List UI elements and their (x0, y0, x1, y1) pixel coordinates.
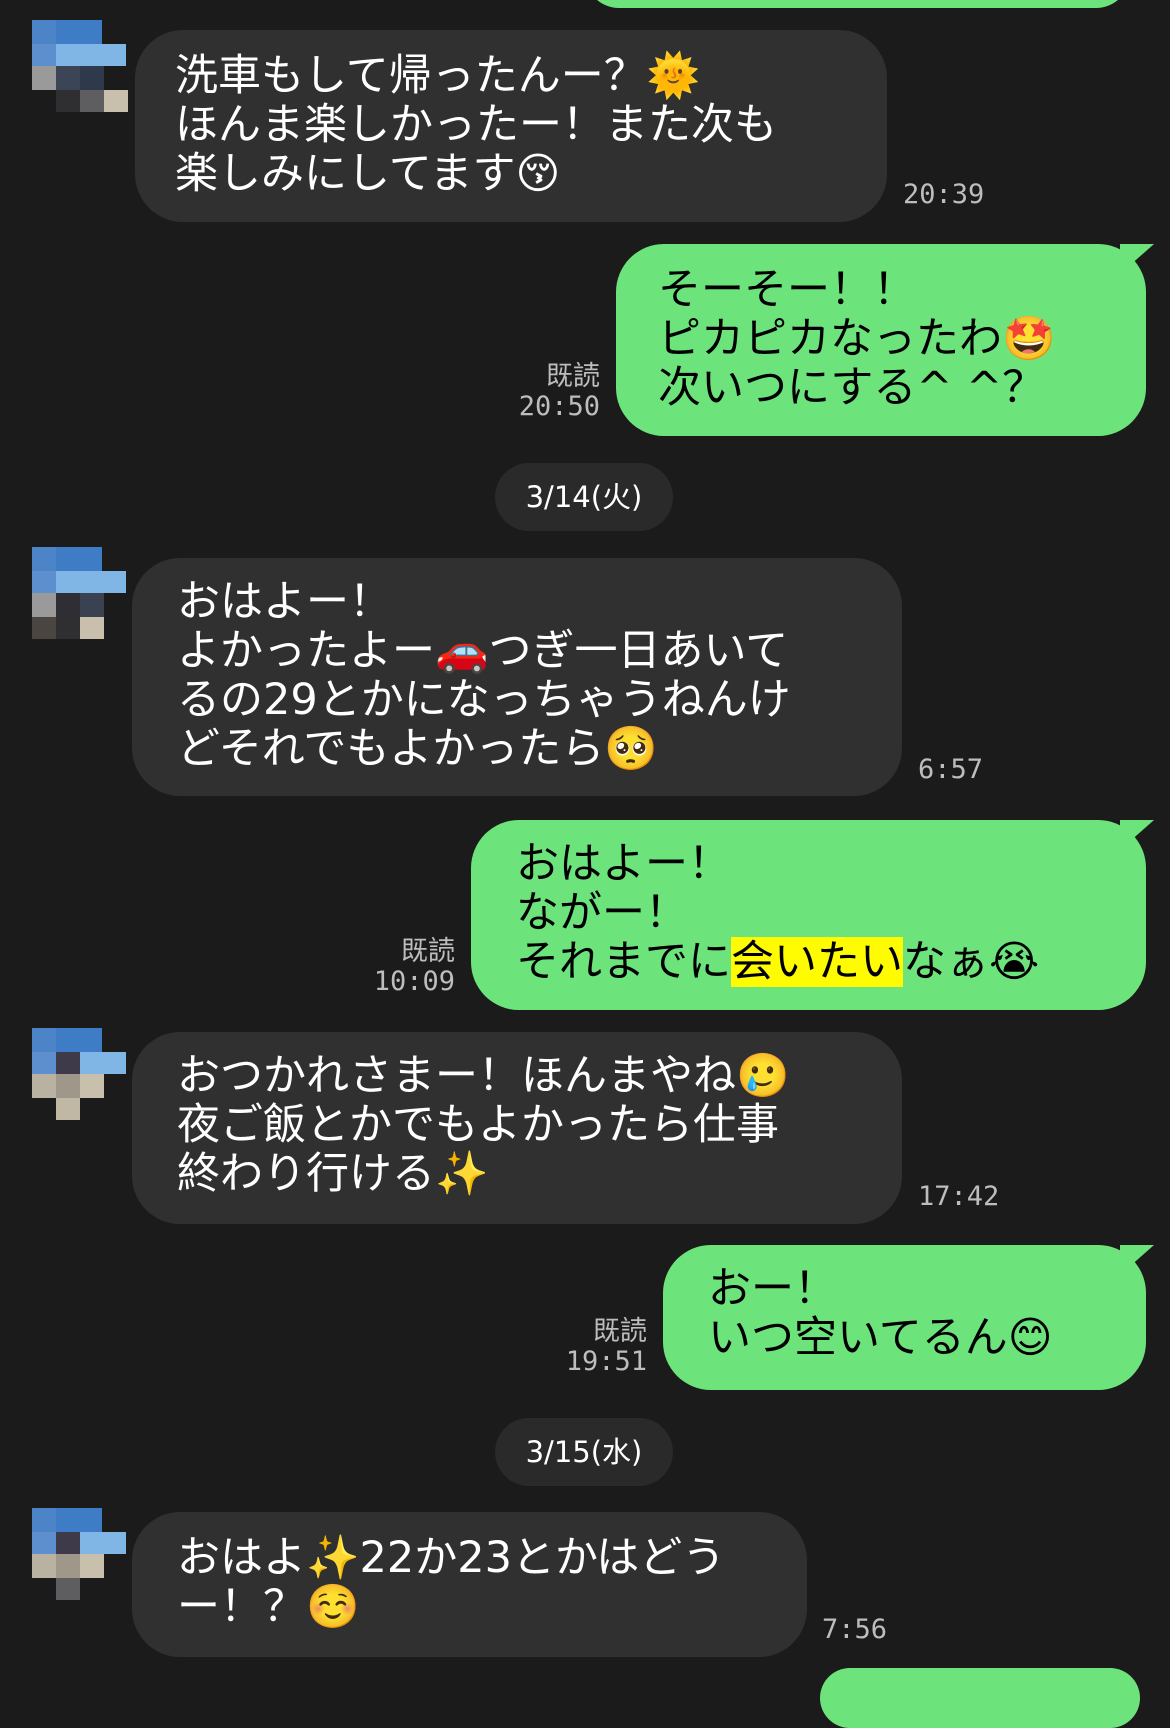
message-line: おはよー！ (516, 839, 731, 889)
avatar[interactable] (32, 1508, 128, 1604)
message-line: どそれでもよかったら🥺 (177, 724, 658, 774)
message-line: おはよー！ (177, 577, 392, 627)
message-line: 楽しみにしてます😚 (175, 149, 561, 199)
message-bubble-incoming[interactable]: 洗車もして帰ったんー？🌞 ほんま楽しかったー！また次も 楽しみにしてます😚 (135, 30, 887, 222)
next-outgoing-bubble[interactable] (820, 1668, 1140, 1728)
message-bubble-outgoing[interactable]: おはよー！ ながー！ それまでに会いたいなぁ😭 (471, 820, 1146, 1010)
read-receipt: 既読 10:09 (365, 937, 455, 997)
date-separator: 3/14(火) (495, 463, 673, 531)
message-line: るの29とかになっちゃうねんけ (177, 675, 791, 725)
message-line: 次いつにする^ ^？ (658, 363, 1046, 413)
message-bubble-incoming[interactable]: おはよ✨22か23とかはどう ー！？☺️ (132, 1512, 807, 1657)
message-line: ながー！ (516, 888, 688, 938)
message-timestamp: 17:42 (918, 1181, 1000, 1212)
highlighted-text: 会いたい (731, 937, 903, 987)
message-line: 洗車もして帰ったんー？🌞 (175, 51, 701, 101)
message-timestamp: 7:56 (822, 1614, 888, 1645)
message-line: ー！？☺️ (177, 1582, 360, 1632)
read-label: 既読 (593, 1316, 647, 1347)
message-line: ピカピカなったわ🤩 (658, 314, 1056, 364)
avatar[interactable] (32, 20, 128, 116)
read-receipt: 既読 20:50 (510, 362, 600, 422)
message-line: 夜ご飯とかでもよかったら仕事 (177, 1100, 779, 1150)
message-line: おー！ (708, 1264, 837, 1314)
message-timestamp: 19:51 (565, 1346, 647, 1377)
message-line: 終わり行ける✨ (177, 1149, 489, 1199)
avatar[interactable] (32, 547, 128, 643)
message-line: それまでに会いたいなぁ😭 (516, 937, 1146, 987)
read-label: 既読 (401, 936, 455, 967)
message-line: よかったよー🚗つぎ一日あいて (177, 626, 789, 676)
message-line: ほんま楽しかったー！また次も (175, 100, 777, 150)
message-timestamp: 20:39 (903, 179, 985, 210)
read-label: 既読 (546, 361, 600, 392)
bubble-tail (1120, 1245, 1154, 1275)
read-receipt: 既読 19:51 (557, 1317, 647, 1377)
previous-outgoing-bubble[interactable] (585, 0, 1130, 8)
message-line: おつかれさまー！ほんまやね🥲 (177, 1051, 790, 1101)
avatar[interactable] (32, 1028, 128, 1124)
message-text: それまでに (516, 937, 731, 987)
message-bubble-incoming[interactable]: おはよー！ よかったよー🚗つぎ一日あいて るの29とかになっちゃうねんけ どそれ… (132, 558, 902, 796)
message-text: なぁ😭 (903, 937, 1040, 987)
message-line: いつ空いてるん😊 (708, 1313, 1053, 1363)
message-bubble-outgoing[interactable]: そーそー！！ ピカピカなったわ🤩 次いつにする^ ^？ (616, 244, 1146, 436)
bubble-tail (1120, 820, 1154, 850)
message-timestamp: 10:09 (373, 966, 455, 997)
message-line: おはよ✨22か23とかはどう (177, 1533, 726, 1583)
message-line: そーそー！！ (658, 265, 916, 315)
message-bubble-outgoing[interactable]: おー！ いつ空いてるん😊 (663, 1245, 1146, 1390)
bubble-tail (1120, 244, 1154, 274)
message-bubble-incoming[interactable]: おつかれさまー！ほんまやね🥲 夜ご飯とかでもよかったら仕事 終わり行ける✨ (132, 1032, 902, 1224)
message-timestamp: 6:57 (918, 754, 984, 785)
message-timestamp: 20:50 (518, 391, 600, 422)
date-separator: 3/15(水) (495, 1418, 673, 1486)
